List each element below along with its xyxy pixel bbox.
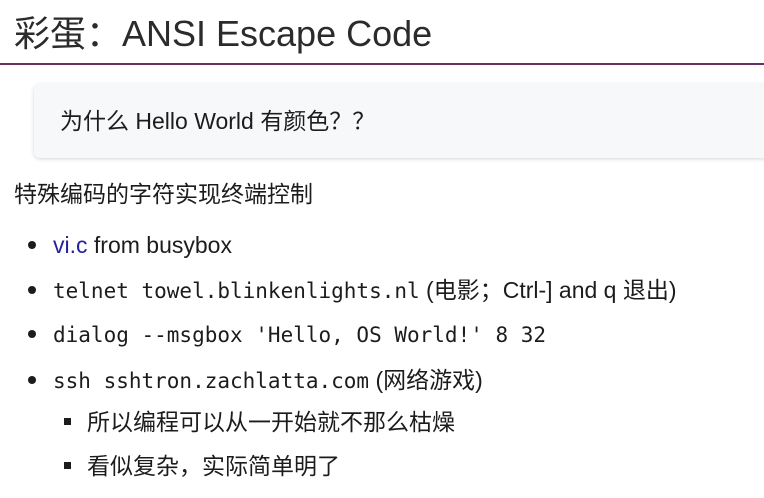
bullet-icon — [28, 285, 36, 294]
list-item: dialog --msgbox 'Hello, OS World!' 8 32 — [28, 318, 546, 351]
intro-text: 特殊编码的字符实现终端控制 — [14, 181, 313, 207]
bullet-icon — [28, 240, 36, 249]
list-item-text: (电影；Ctrl-] and q 退出) — [419, 277, 677, 303]
list-item-text: (网络游戏) — [369, 367, 483, 393]
sub-list-item: 所以编程可以从一开始就不那么枯燥 — [64, 406, 455, 438]
sub-list-item-text: 看似复杂，实际简单明了 — [87, 453, 340, 479]
callout-text: 为什么 Hello World 有颜色？？ — [60, 108, 376, 134]
sub-list-item-text: 所以编程可以从一开始就不那么枯燥 — [87, 409, 455, 435]
square-bullet-icon — [64, 418, 71, 426]
list-item-text: from busybox — [87, 232, 232, 258]
list-item: vi.c from busybox — [28, 229, 232, 261]
list-item: telnet towel.blinkenlights.nl (电影；Ctrl-]… — [28, 274, 677, 307]
code-dialog: dialog --msgbox 'Hello, OS World!' 8 32 — [53, 323, 547, 347]
vi-c-link[interactable]: vi.c — [53, 232, 88, 258]
bullet-icon — [28, 375, 36, 384]
square-bullet-icon — [64, 462, 71, 470]
title-divider — [0, 63, 764, 65]
bullet-icon — [28, 329, 36, 338]
question-callout: 为什么 Hello World 有颜色？？ — [34, 84, 764, 158]
sub-list-item: 看似复杂，实际简单明了 — [64, 450, 340, 482]
code-telnet: telnet towel.blinkenlights.nl — [53, 279, 420, 303]
slide-title: 彩蛋：ANSI Escape Code — [14, 13, 433, 54]
list-item: ssh sshtron.zachlatta.com (网络游戏) — [28, 364, 483, 397]
code-ssh: ssh sshtron.zachlatta.com — [53, 369, 370, 393]
